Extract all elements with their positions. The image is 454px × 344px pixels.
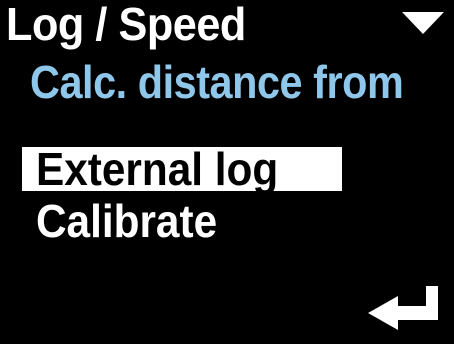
- enter-return-icon[interactable]: [368, 286, 442, 330]
- page-title: Log / Speed: [6, 0, 246, 50]
- device-screen: Log / Speed Calc. distance from External…: [0, 0, 454, 344]
- scroll-down-triangle-icon[interactable]: [402, 12, 444, 34]
- menu-item-calibrate[interactable]: Calibrate: [36, 196, 233, 246]
- menu-item-label: Calibrate: [36, 195, 218, 247]
- menu-item-external-log[interactable]: External log: [22, 143, 342, 195]
- page-subtitle: Calc. distance from: [30, 56, 404, 108]
- menu-item-label: External log: [36, 143, 279, 195]
